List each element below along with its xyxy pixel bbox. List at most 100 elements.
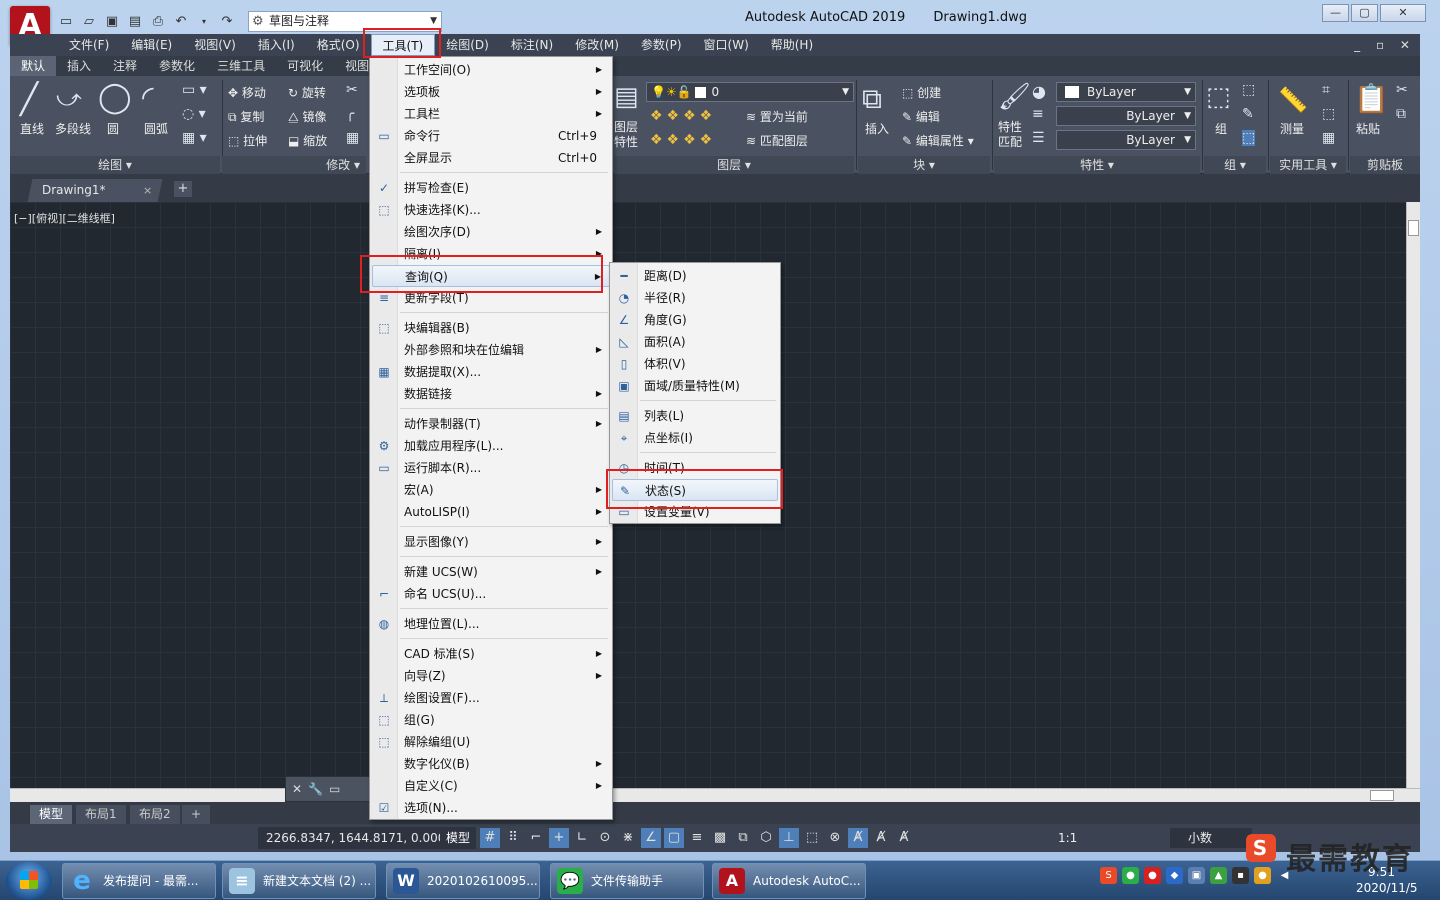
tab-model[interactable]: 模型 [30,805,73,824]
command-line-collapsed[interactable]: ✕ 🔧 ▭ [285,776,375,802]
inquiry-menu-item[interactable]: ▤ 列表(L) [612,405,778,427]
menu-parametric[interactable]: 参数(P) [630,34,693,56]
dynamic-input-icon[interactable]: + [549,828,569,848]
circle-button[interactable]: 圆 [107,120,119,137]
dynamic-ucs-icon[interactable]: ⊥ [779,828,799,848]
tools-menu-item[interactable]: 显示图像(Y) ▶ [372,531,610,553]
app-tray-icon[interactable]: ▲ [1210,867,1227,884]
maximize-button[interactable]: ▢ [1351,4,1378,22]
measure-button[interactable]: 测量 [1280,120,1304,137]
selection-cycling-icon[interactable]: ⧉ [733,828,753,848]
arc-button[interactable]: 圆弧 [144,120,168,137]
inquiry-menu-item[interactable]: ▣ 面域/质量特性(M) [612,375,778,397]
isodraft-icon[interactable]: ⋇ [618,828,638,848]
tools-menu-item[interactable]: ⌐ 命名 UCS(U)... [372,583,610,605]
autoscale-icon[interactable]: Ⱥ [871,828,891,848]
minimize-button[interactable]: — [1322,4,1349,22]
paste-button[interactable]: 粘贴 [1356,120,1380,137]
vertical-scrollbar[interactable] [1406,202,1420,788]
arc-icon[interactable]: ◜ [142,80,154,115]
menu-draw[interactable]: 绘图(D) [435,34,500,56]
transparency-icon[interactable]: ▩ [710,828,730,848]
tools-menu-item[interactable]: ☑ 选项(N)... [372,797,610,819]
inquiry-menu-item[interactable]: ◺ 面积(A) [612,331,778,353]
ungroup-icon[interactable]: ⬚ [1242,82,1255,98]
tools-menu-item[interactable]: CAD 标准(S) ▶ [372,643,610,665]
tools-menu-item[interactable]: 新建 UCS(W) ▶ [372,561,610,583]
move-button[interactable]: ✥ 移动 [228,84,266,101]
tools-menu-item[interactable]: 全屏显示 Ctrl+0 [372,147,610,169]
annotation-visibility-icon[interactable]: Ⱥ [848,828,868,848]
sogou-tray-icon[interactable]: S [1100,867,1117,884]
circle-icon[interactable]: ◯ [98,80,132,115]
layer-tools-icons-2[interactable]: ❖❖❖❖ [650,132,716,148]
layer-properties-icon[interactable]: ▤ [614,82,639,112]
clipboard-panel-title[interactable]: 剪贴板 [1350,156,1420,174]
inquiry-menu-item[interactable]: ∠ 角度(G) [612,309,778,331]
polyline-button[interactable]: 多段线 [55,120,91,137]
insert-button[interactable]: 插入 [865,120,889,137]
tools-menu-item[interactable]: ▦ 数据提取(X)... [372,361,610,383]
save-icon[interactable]: ▣ [102,12,122,30]
undo-icon[interactable]: ↶ [171,12,191,30]
tools-menu-item[interactable]: ⬚ 块编辑器(B) [372,317,610,339]
layer-panel-title[interactable]: 图层 ▾ [614,156,854,174]
inquiry-menu-item[interactable]: ━ 距离(D) [612,265,778,287]
snap-icon[interactable]: ⠿ [503,828,523,848]
line-icon[interactable]: ╱ [20,82,38,117]
wrench-icon[interactable]: 🔧 [308,782,323,796]
tools-menu-item[interactable]: 动作录制器(T) ▶ [372,413,610,435]
match-properties-button[interactable]: 特性匹配 [998,120,1026,150]
layer-properties-button[interactable]: 图层特性 [614,120,644,150]
group-edit-icon[interactable]: ✎ [1242,106,1254,122]
wechat-tray-icon[interactable]: ● [1122,867,1139,884]
set-current-button[interactable]: ≋ 置为当前 [746,108,808,125]
edit-attributes-button[interactable]: ✎ 编辑属性 ▾ [902,132,974,149]
object-snap-tracking-icon[interactable]: ∠ [641,828,661,848]
rotate-button[interactable]: ↻ 旋转 [288,84,326,101]
coordinates-readout[interactable]: 2266.8347, 1644.8171, 0.0000 [258,827,462,849]
tools-menu-item[interactable]: ▭ 命令行 Ctrl+9 [372,125,610,147]
group-button[interactable]: 组 [1215,120,1227,137]
annotation-scale[interactable]: 1:1 [1058,828,1077,848]
tab-parametric[interactable]: 参数化 [148,56,206,76]
linetype-dropdown[interactable]: ByLayer ▼ [1056,106,1196,126]
tools-menu-item[interactable]: 向导(Z) ▶ [372,665,610,687]
stretch-button[interactable]: ⬚ 拉伸 [228,132,267,149]
group-select-icon[interactable]: ⬚ [1242,130,1256,146]
tab-3d-tools[interactable]: 三维工具 [206,56,276,76]
scroll-thumb[interactable] [1408,220,1419,236]
document-window-controls[interactable]: _ ▫ ✕ [1354,34,1416,56]
trim-icon[interactable]: ✂ [346,82,358,98]
tools-menu-item[interactable]: ⬚ 快速选择(K)... [372,199,610,221]
print-icon[interactable]: ⎙ [148,12,168,30]
polar-icon[interactable]: ⊙ [595,828,615,848]
group-icon[interactable]: ⬚ [1206,82,1231,112]
tools-menu-item[interactable]: 工作空间(O) ▶ [372,59,610,81]
tools-menu-item[interactable]: ⬚ 解除编组(U) [372,731,610,753]
tab-visualize[interactable]: 可视化 [276,56,334,76]
network-tray-icon[interactable]: ▣ [1188,867,1205,884]
quickcalc-icon[interactable]: ▦ [1322,130,1335,146]
tools-menu-item[interactable]: 自定义(C) ▶ [372,775,610,797]
units-selector[interactable]: 小数 [1170,828,1252,848]
polyline-icon[interactable]: ⤻ [56,84,82,112]
tools-menu-item[interactable]: ✓ 拼写检查(E) [372,177,610,199]
tab-annotate[interactable]: 注释 [102,56,148,76]
tab-insert[interactable]: 插入 [56,56,102,76]
group-panel-title[interactable]: 组 ▾ [1204,156,1266,174]
menu-modify[interactable]: 修改(M) [564,34,630,56]
new-icon[interactable]: ▭ [56,12,76,30]
tools-menu-item[interactable]: 绘图次序(D) ▶ [372,221,610,243]
menu-insert[interactable]: 插入(I) [247,34,306,56]
menu-window[interactable]: 窗口(W) [693,34,760,56]
tools-menu-item[interactable]: 宏(A) ▶ [372,479,610,501]
command-prompt-icon[interactable]: ▭ [329,782,340,796]
infer-icon[interactable]: ⌐ [526,828,546,848]
menu-help[interactable]: 帮助(H) [760,34,824,56]
new-tab-button[interactable]: + [174,181,192,197]
tools-menu-item[interactable]: ⚙ 加载应用程序(L)... [372,435,610,457]
lineweight-dropdown[interactable]: ByLayer ▼ [1056,130,1196,150]
paste-icon[interactable]: 📋 [1354,82,1389,115]
gradient-icon[interactable]: ▦ ▾ [182,130,207,146]
